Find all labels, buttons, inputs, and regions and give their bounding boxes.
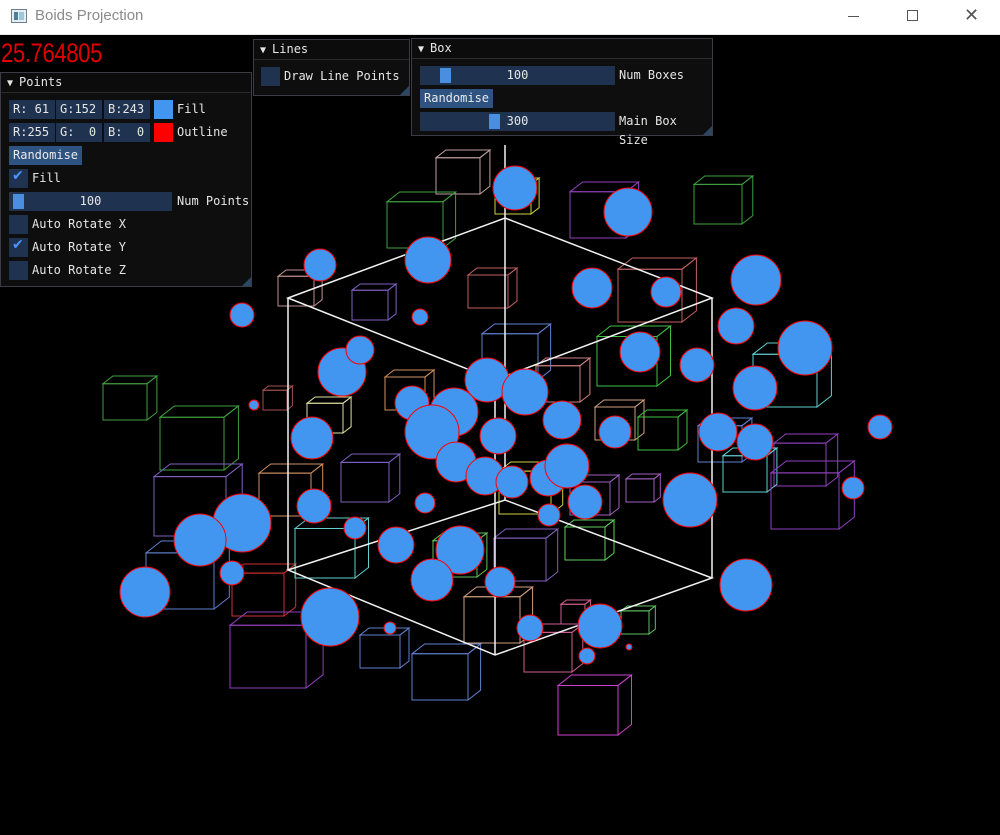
lines-panel: ▼ Lines Draw Line Points xyxy=(253,39,410,96)
box-panel-header[interactable]: ▼ Box xyxy=(412,39,712,59)
auto-rotate-x-checkbox[interactable] xyxy=(9,215,28,234)
auto-rotate-x-label: Auto Rotate X xyxy=(32,217,126,231)
resize-grip[interactable] xyxy=(242,277,251,286)
num-points-label: Num Points xyxy=(177,194,250,208)
resize-grip[interactable] xyxy=(703,126,712,135)
window-title: Boids Projection xyxy=(35,7,144,24)
auto-rotate-z-checkbox[interactable] xyxy=(9,261,28,280)
outline-color-swatch[interactable] xyxy=(154,123,173,142)
points-panel-header[interactable]: ▼ Points xyxy=(1,73,251,93)
lines-panel-title: Lines xyxy=(272,42,309,56)
main-box-size-label: Main Box Size xyxy=(619,114,677,147)
box-panel-title: Box xyxy=(430,41,452,55)
fill-color-swatch[interactable] xyxy=(154,100,173,119)
fill-checkbox[interactable]: ✔ xyxy=(9,168,28,188)
maximize-icon xyxy=(907,10,918,21)
fill-r-input[interactable]: R: 61 xyxy=(9,100,55,119)
auto-rotate-y-label: Auto Rotate Y xyxy=(32,240,126,254)
points-panel: ▼ Points R: 61 G:152 B:243 Fill R:255 G: … xyxy=(0,72,252,287)
num-boxes-label: Num Boxes xyxy=(619,68,685,82)
collapse-arrow-icon: ▼ xyxy=(418,44,425,55)
fill-g-input[interactable]: G:152 xyxy=(56,100,102,119)
close-icon: ✕ xyxy=(964,5,980,26)
main-box-size-slider[interactable]: 300 xyxy=(420,112,615,131)
lines-panel-header[interactable]: ▼ Lines xyxy=(254,40,409,60)
checkmark-icon: ✔ xyxy=(12,168,24,184)
minimize-button[interactable] xyxy=(824,0,883,34)
draw-line-points-checkbox[interactable] xyxy=(261,67,280,86)
app-icon xyxy=(11,9,27,23)
box-randomise-button[interactable]: Randomise xyxy=(420,89,494,108)
close-button[interactable]: ✕ xyxy=(942,0,1000,34)
auto-rotate-y-checkbox[interactable]: ✔ xyxy=(9,237,28,257)
minimize-icon xyxy=(848,16,859,17)
draw-line-points-label: Draw Line Points xyxy=(284,69,400,83)
fps-counter: 25.764805 xyxy=(1,38,102,68)
auto-rotate-z-label: Auto Rotate Z xyxy=(32,263,126,277)
fill-b-input[interactable]: B:243 xyxy=(104,100,150,119)
num-points-slider[interactable]: 100 xyxy=(9,192,172,211)
points-randomise-button[interactable]: Randomise xyxy=(9,146,83,165)
outline-r-input[interactable]: R:255 xyxy=(9,123,55,142)
main-box-size-value: 300 xyxy=(506,114,529,128)
checkmark-icon: ✔ xyxy=(12,237,24,253)
resize-grip[interactable] xyxy=(400,86,409,95)
outline-b-input[interactable]: B: 0 xyxy=(104,123,150,142)
collapse-arrow-icon: ▼ xyxy=(260,45,267,56)
num-points-value: 100 xyxy=(79,194,102,208)
maximize-button[interactable] xyxy=(883,0,942,34)
num-boxes-value: 100 xyxy=(506,68,529,82)
collapse-arrow-icon: ▼ xyxy=(7,78,14,89)
num-boxes-slider[interactable]: 100 xyxy=(420,66,615,85)
points-panel-title: Points xyxy=(19,75,63,89)
fill-checkbox-label: Fill xyxy=(32,171,61,185)
outline-g-input[interactable]: G: 0 xyxy=(56,123,102,142)
fill-color-label: Fill xyxy=(177,102,206,116)
outline-color-label: Outline xyxy=(177,125,228,139)
box-panel: ▼ Box 100 Num Boxes Randomise 300 Main Bo… xyxy=(411,38,713,147)
title-bar[interactable]: Boids Projection ✕ xyxy=(0,0,1000,35)
